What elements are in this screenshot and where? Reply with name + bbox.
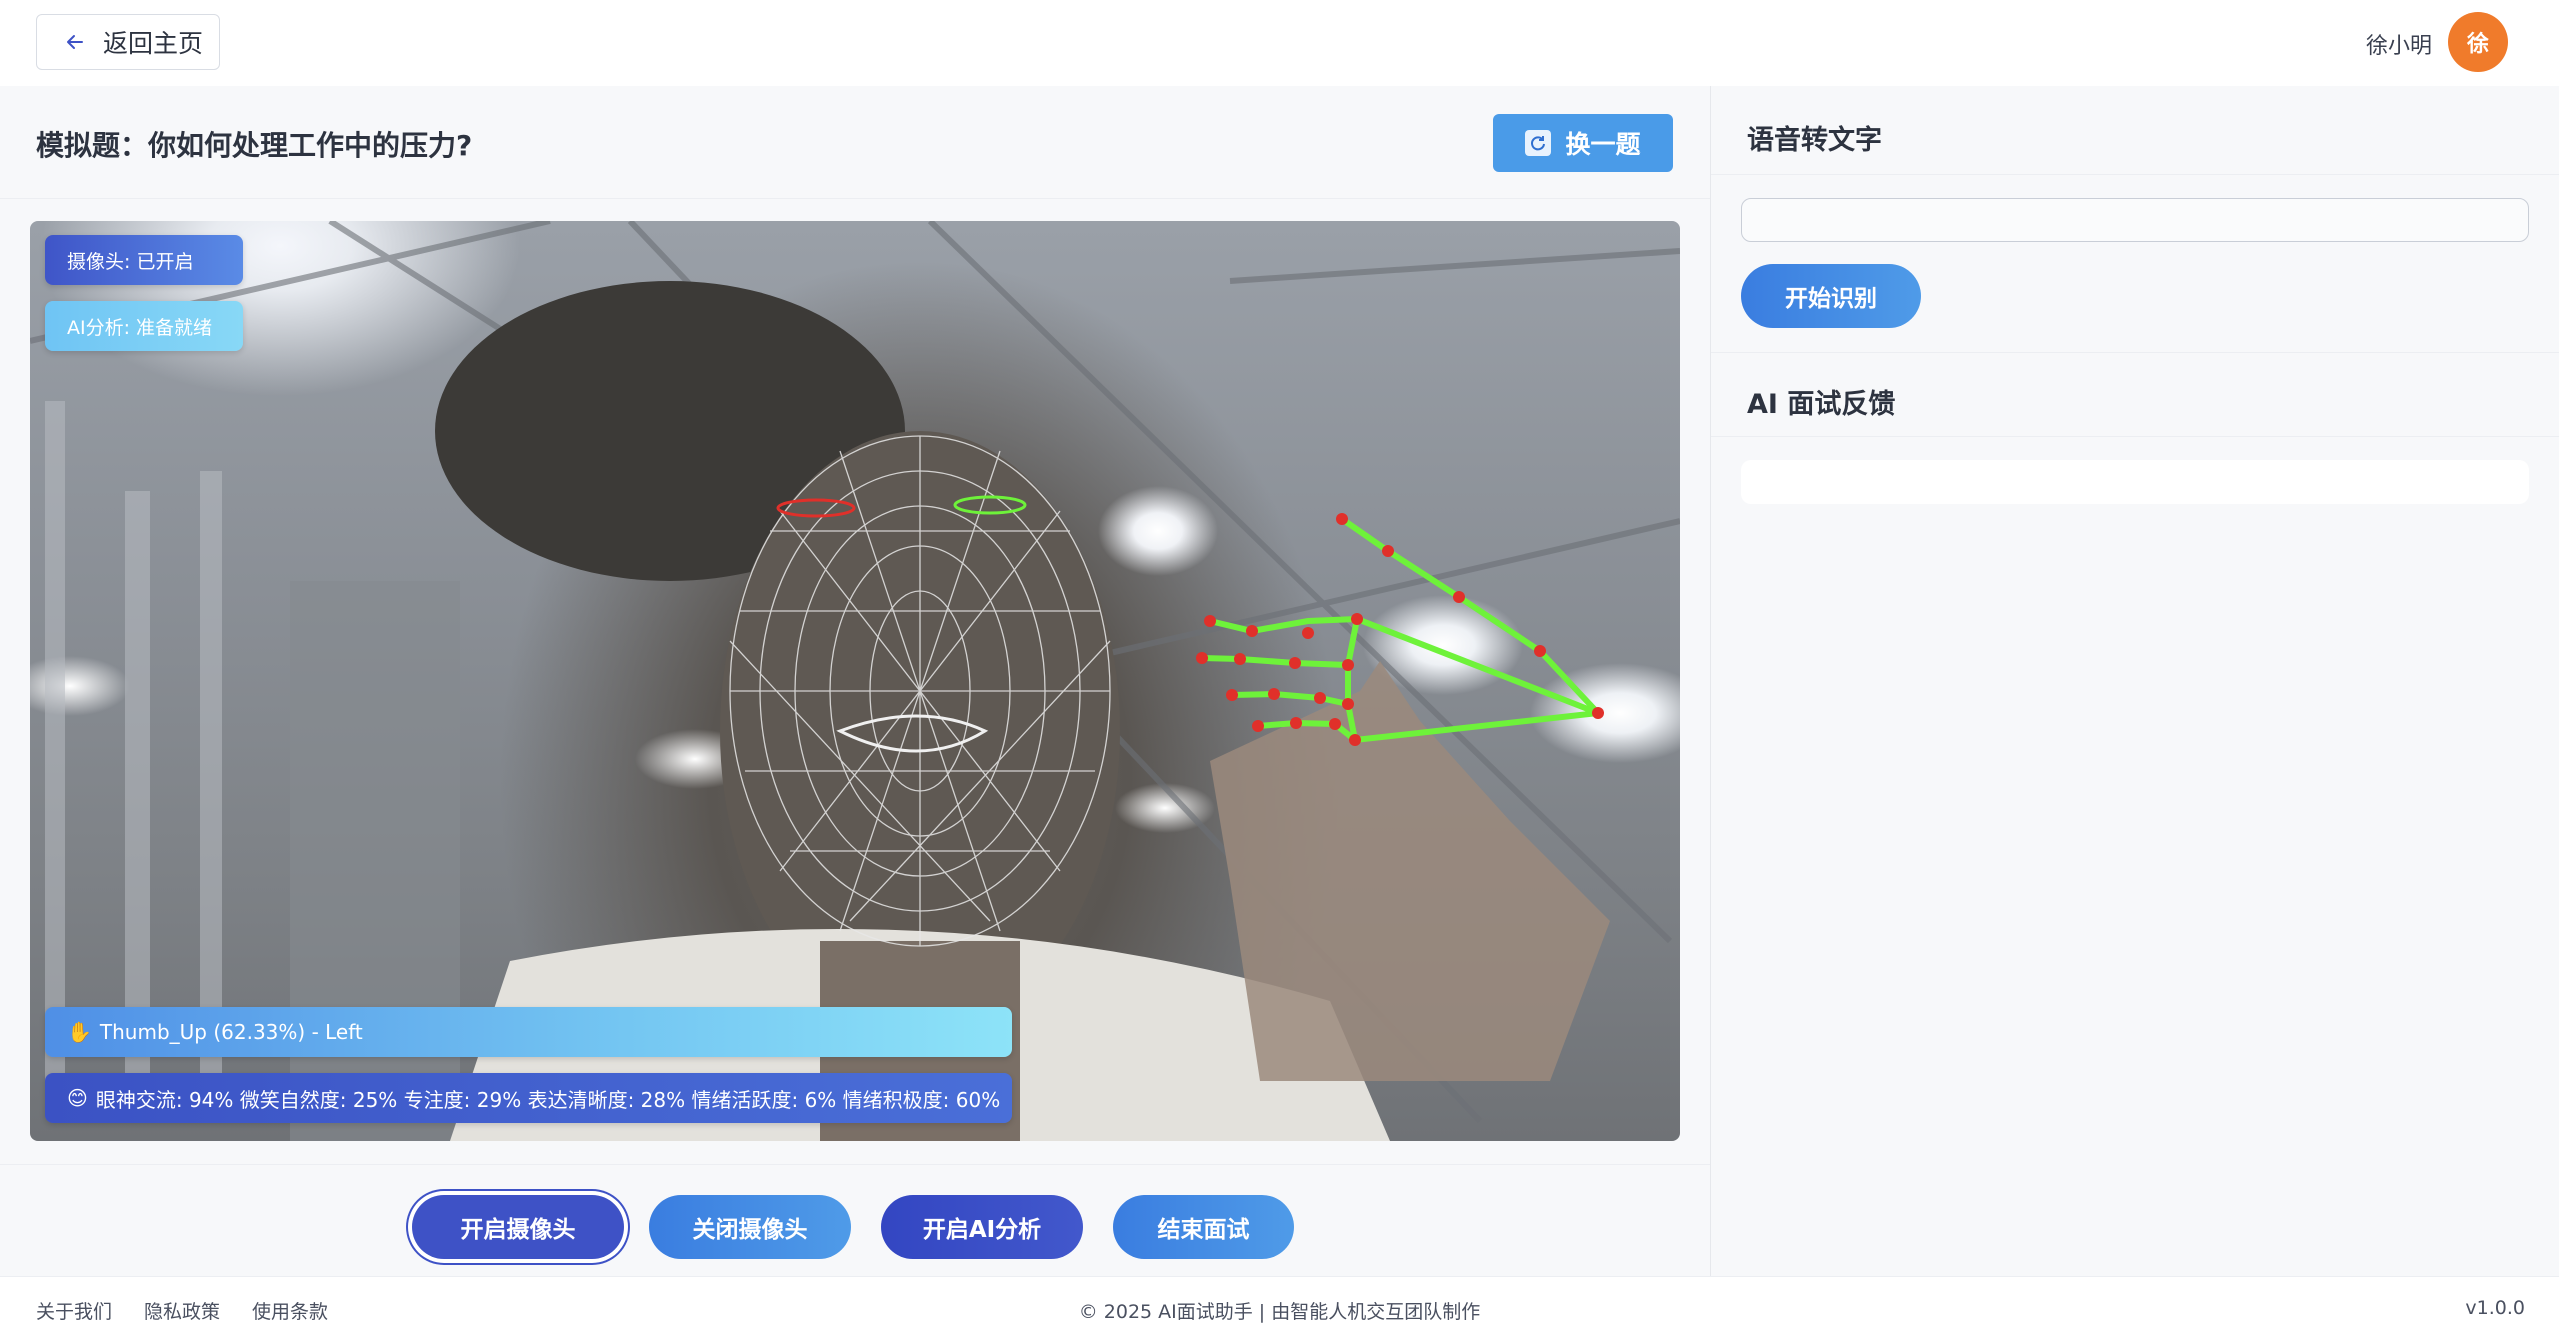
start-ai-analysis-button[interactable]: 开启AI分析: [881, 1195, 1083, 1259]
camera-status-badge: 摄像头: 已开启: [45, 235, 243, 285]
divider: [1711, 352, 2559, 353]
user-name: 徐小明: [2365, 34, 2432, 59]
question-title: 模拟题：你如何处理工作中的压力?: [36, 129, 473, 162]
smile-icon: 😊: [67, 1086, 88, 1110]
open-camera-button[interactable]: 开启摄像头: [412, 1195, 624, 1259]
hand-icon: ✋: [67, 1020, 92, 1044]
back-home-label: 返回主页: [103, 29, 204, 58]
close-camera-button[interactable]: 关闭摄像头: [649, 1195, 851, 1259]
start-recognition-button[interactable]: 开始识别: [1741, 264, 1921, 328]
divider: [1711, 174, 2559, 175]
arrow-left-icon: [67, 35, 83, 49]
back-home-button[interactable]: 返回主页: [36, 14, 220, 70]
end-interview-button[interactable]: 结束面试: [1113, 1195, 1294, 1259]
interview-panel: 模拟题：你如何处理工作中的压力? 换一题 摄像头: 已开启 AI分析: 准备就绪…: [0, 86, 1710, 1276]
top-bar: 返回主页 徐小明 徐: [0, 0, 2559, 86]
copyright-text: © 2025 AI面试助手 | 由智能人机交互团队制作: [1078, 1301, 1481, 1323]
camera-video-feed: 摄像头: 已开启 AI分析: 准备就绪 ✋ Thumb_Up (62.33%) …: [30, 221, 1680, 1141]
question-header: 模拟题：你如何处理工作中的压力? 换一题: [0, 86, 1710, 199]
avatar[interactable]: 徐: [2448, 12, 2508, 72]
metrics-bar: 😊 眼神交流: 94% 微笑自然度: 25% 专注度: 29% 表达清晰度: 2…: [45, 1073, 1012, 1123]
gesture-result-text: Thumb_Up (62.33%) - Left: [99, 1020, 363, 1044]
version-label: v1.0.0: [2465, 1297, 2525, 1319]
side-panel: 语音转文字 开始识别 AI 面试反馈: [1710, 86, 2559, 1276]
ai-status-badge: AI分析: 准备就绪: [45, 301, 243, 351]
camera-controls: 开启摄像头 关闭摄像头 开启AI分析 结束面试: [0, 1164, 1710, 1277]
swap-question-button[interactable]: 换一题: [1493, 114, 1673, 172]
ai-feedback-content: [1741, 460, 2529, 504]
gesture-result-bar: ✋ Thumb_Up (62.33%) - Left: [45, 1007, 1012, 1057]
speech-text-field[interactable]: [1741, 198, 2529, 242]
speech-to-text-title: 语音转文字: [1747, 125, 1882, 156]
ai-feedback-title: AI 面试反馈: [1747, 389, 1896, 420]
video-scene: [30, 221, 1680, 1141]
divider: [1711, 436, 2559, 437]
refresh-icon: [1525, 130, 1552, 156]
footer: 关于我们 隐私政策 使用条款 © 2025 AI面试助手 | 由智能人机交互团队…: [0, 1276, 2559, 1337]
metrics-text: 眼神交流: 94% 微笑自然度: 25% 专注度: 29% 表达清晰度: 28%…: [95, 1087, 1001, 1112]
swap-question-label: 换一题: [1565, 130, 1641, 159]
